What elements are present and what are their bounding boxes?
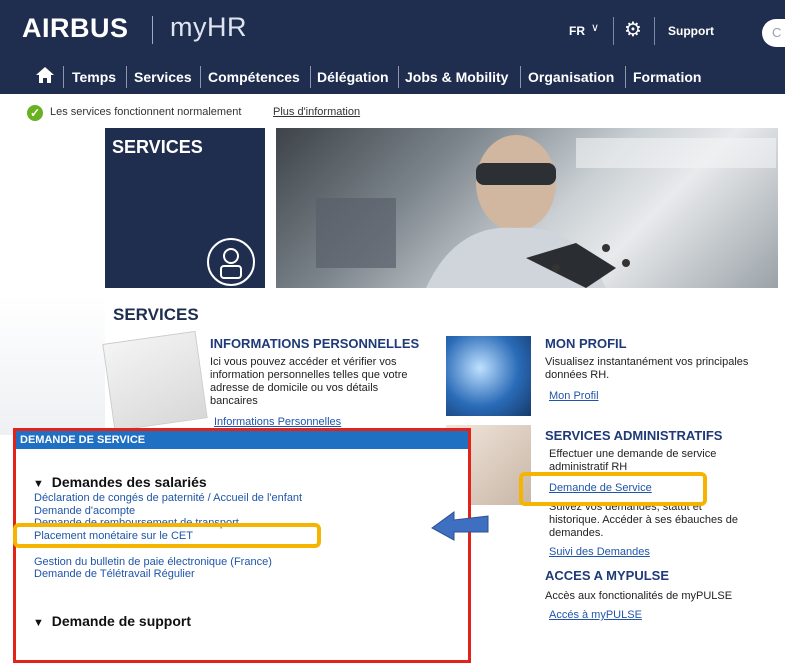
nav-item-services[interactable]: Services xyxy=(134,69,192,85)
mon-profil-desc-line: Visualisez instantanément vos principale… xyxy=(545,356,749,368)
nav-divider xyxy=(520,66,521,88)
info-perso-desc-line: information personnelles telles que votr… xyxy=(210,369,408,381)
hero-photo xyxy=(276,128,778,288)
hero-title: SERVICES xyxy=(112,137,203,157)
demande-de-service-header-label: DEMANDE DE SERVICE xyxy=(20,434,146,446)
mypulse-link[interactable]: Accés à myPULSE xyxy=(549,609,642,621)
mon-profil-desc-line: données RH. xyxy=(545,369,610,381)
support-link[interactable]: Support xyxy=(668,24,714,38)
app-name: myHR xyxy=(170,12,247,42)
mon-profil-link[interactable]: Mon Profil xyxy=(549,390,599,402)
group-demandes-salaries[interactable]: ▼ Demandes des salariés xyxy=(33,474,207,490)
logo-divider xyxy=(152,16,153,44)
header-divider xyxy=(613,17,614,45)
nav-divider xyxy=(625,66,626,88)
nav-item-formation[interactable]: Formation xyxy=(633,69,701,85)
nav-divider xyxy=(398,66,399,88)
airbus-logo[interactable]: AIRBUS xyxy=(22,13,129,44)
status-more-info-link[interactable]: Plus d'information xyxy=(273,106,360,118)
group-demande-support[interactable]: ▼ Demande de support xyxy=(33,613,191,629)
arrow-left-icon xyxy=(428,506,492,542)
nav-item-temps[interactable]: Temps xyxy=(72,69,116,85)
info-perso-link[interactable]: Informations Personnelles xyxy=(214,416,341,428)
nav-divider xyxy=(126,66,127,88)
nav-item-competences[interactable]: Compétences xyxy=(208,69,300,85)
nav-divider xyxy=(200,66,201,88)
services-admin-desc-line: demandes. xyxy=(549,527,604,539)
demande-de-service-header: DEMANDE DE SERVICE xyxy=(16,431,468,449)
group-demande-support-label: Demande de support xyxy=(51,613,192,629)
info-perso-title: INFORMATIONS PERSONNELLES xyxy=(210,336,420,351)
highlight-demande-de-service xyxy=(519,472,707,506)
request-link[interactable]: Demande de Télétravail Régulier xyxy=(34,568,195,580)
group-demandes-salaries-label: Demandes des salariés xyxy=(51,474,207,490)
nav-item-organisation[interactable]: Organisation xyxy=(528,69,614,85)
eye-scan-image xyxy=(446,336,531,416)
nav-item-delegation[interactable]: Délégation xyxy=(317,69,389,85)
caret-down-icon: ▼ xyxy=(33,478,44,490)
request-link[interactable]: Déclaration de congés de paternité / Acc… xyxy=(34,492,302,504)
info-perso-desc-line: bancaires xyxy=(210,395,258,407)
form-document-image xyxy=(102,330,208,432)
mypulse-desc: Accès aux fonctionalités de myPULSE xyxy=(545,590,733,602)
nav-item-jobs-mobility[interactable]: Jobs & Mobility xyxy=(405,69,508,85)
info-perso-desc-line: Ici vous pouvez accéder et vérifier vos xyxy=(210,356,397,368)
request-link[interactable]: Demande d'acompte xyxy=(34,505,135,517)
check-circle-icon: ✓ xyxy=(27,105,43,121)
background-pattern xyxy=(0,295,105,435)
search-input[interactable]: C xyxy=(762,19,785,47)
services-admin-title: SERVICES ADMINISTRATIFS xyxy=(545,428,723,443)
mypulse-title: ACCES A MYPULSE xyxy=(545,568,669,583)
home-icon[interactable] xyxy=(35,65,55,91)
search-placeholder: C xyxy=(772,25,782,40)
chevron-down-icon[interactable]: ∨ xyxy=(591,21,599,34)
services-title: SERVICES xyxy=(113,305,199,324)
request-link[interactable]: Gestion du bulletin de paie électronique… xyxy=(34,556,272,568)
nav-divider xyxy=(63,66,64,88)
header-divider xyxy=(654,17,655,45)
highlight-placement-cet xyxy=(13,523,321,548)
status-text: Les services fonctionnent normalement xyxy=(50,106,242,118)
nav-divider xyxy=(310,66,311,88)
language-selector[interactable]: FR xyxy=(569,24,585,38)
user-icon xyxy=(205,236,257,288)
caret-down-icon: ▼ xyxy=(33,617,44,629)
suivi-des-demandes-link[interactable]: Suivi des Demandes xyxy=(549,546,650,558)
info-perso-desc-line: adresse de domicile ou vos détails xyxy=(210,382,379,394)
mon-profil-title: MON PROFIL xyxy=(545,336,627,351)
gear-icon[interactable]: ⚙ xyxy=(624,17,642,42)
services-admin-desc-line: Effectuer une demande de service xyxy=(549,448,717,460)
services-admin-desc-line: historique. Accéder à ses ébauches de xyxy=(549,514,738,526)
